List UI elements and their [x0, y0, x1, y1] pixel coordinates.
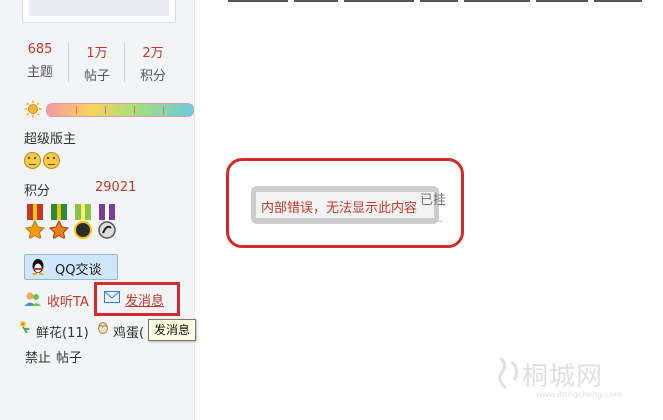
level-bar-tick	[76, 106, 77, 114]
medal-badge	[74, 221, 92, 239]
text-fragment	[420, 0, 458, 2]
text-fragment	[536, 0, 588, 2]
text-fragment	[594, 0, 642, 2]
egg-icon	[98, 322, 108, 334]
points-value: 29021	[95, 180, 137, 195]
error-underline	[259, 221, 443, 222]
send-message-link[interactable]: 发消息	[125, 290, 164, 309]
follow-label: 收听TA	[47, 295, 89, 310]
sun-icon	[24, 100, 42, 118]
text-fragment	[228, 0, 288, 2]
emoticon-badges	[24, 152, 62, 173]
stat-points[interactable]: 2万 积分	[125, 42, 181, 84]
user-stats: 685 主题 1万 帖子 2万 积分	[12, 42, 182, 84]
stat-posts[interactable]: 1万 帖子	[69, 42, 125, 84]
flower-icon	[20, 321, 30, 334]
stat-points-value: 2万	[142, 46, 164, 61]
level-bar-tick	[163, 106, 164, 114]
error-panel: 内部错误，无法显示此内容	[251, 186, 439, 224]
post-text-fragment	[228, 0, 663, 8]
error-inner: 内部错误，无法显示此内容	[256, 192, 434, 218]
medal-badge	[25, 220, 45, 240]
error-ghost-text: 已挂	[420, 193, 447, 208]
points-row: 积分 29021	[24, 180, 136, 199]
points-label: 积分	[24, 184, 51, 199]
watermark-url: www.itongcheng.com	[536, 390, 623, 399]
level-bar-tick	[134, 106, 135, 114]
watermark-logo-icon	[498, 356, 519, 390]
text-fragment	[344, 0, 414, 2]
medal-ribbon	[99, 204, 115, 220]
envelope-icon	[104, 291, 120, 303]
flower-count-link[interactable]: 鲜花(11)	[36, 322, 89, 341]
stat-posts-value: 1万	[86, 46, 108, 61]
avatar-image	[29, 0, 169, 16]
stat-threads-value: 685	[27, 42, 53, 57]
medal-ribbon	[27, 204, 43, 220]
user-rank-title: 超级版主	[24, 132, 77, 147]
watermark-name: 桐城网	[522, 362, 604, 392]
user-info-sidebar: 685 主题 1万 帖子 2万 积分 超级版主 积分 29021 QQ交谈 收听…	[0, 0, 195, 420]
text-fragment	[294, 0, 338, 2]
stat-threads-label: 主题	[26, 65, 53, 80]
smiley-face-icon	[43, 152, 60, 169]
qq-penguin-icon	[32, 259, 44, 275]
medal-badge	[49, 220, 69, 240]
error-message: 内部错误，无法显示此内容	[261, 201, 418, 216]
medal-ribbon	[51, 204, 67, 220]
qq-chat-label: QQ交谈	[55, 263, 102, 278]
stat-threads[interactable]: 685 主题	[12, 42, 68, 80]
medal-badge	[98, 221, 116, 239]
smiley-face-icon	[24, 152, 41, 169]
level-progress-bar	[46, 103, 194, 117]
avatar[interactable]	[22, 0, 176, 23]
stat-posts-label: 帖子	[83, 69, 110, 84]
egg-count-link[interactable]: 鸡蛋(	[113, 322, 144, 341]
medal-icon[interactable]	[48, 204, 70, 246]
medal-ribbon	[75, 204, 91, 220]
stat-points-label: 积分	[139, 69, 166, 84]
medal-icon[interactable]	[96, 204, 118, 246]
level-bar-tick	[105, 106, 106, 114]
medal-icon[interactable]	[72, 204, 94, 246]
text-fragment	[464, 0, 530, 2]
medals-row	[24, 204, 124, 248]
users-icon	[24, 292, 41, 306]
ban-user-link[interactable]: 禁止	[25, 351, 51, 366]
site-watermark: 桐城网 www.itongcheng.com	[492, 354, 652, 404]
medal-icon[interactable]	[24, 204, 46, 246]
qq-chat-button[interactable]: QQ交谈	[24, 254, 118, 280]
send-message-tooltip: 发消息	[148, 319, 197, 341]
moderation-row: 禁止 帖子	[25, 347, 82, 366]
ban-posts-link[interactable]: 帖子	[56, 351, 82, 366]
